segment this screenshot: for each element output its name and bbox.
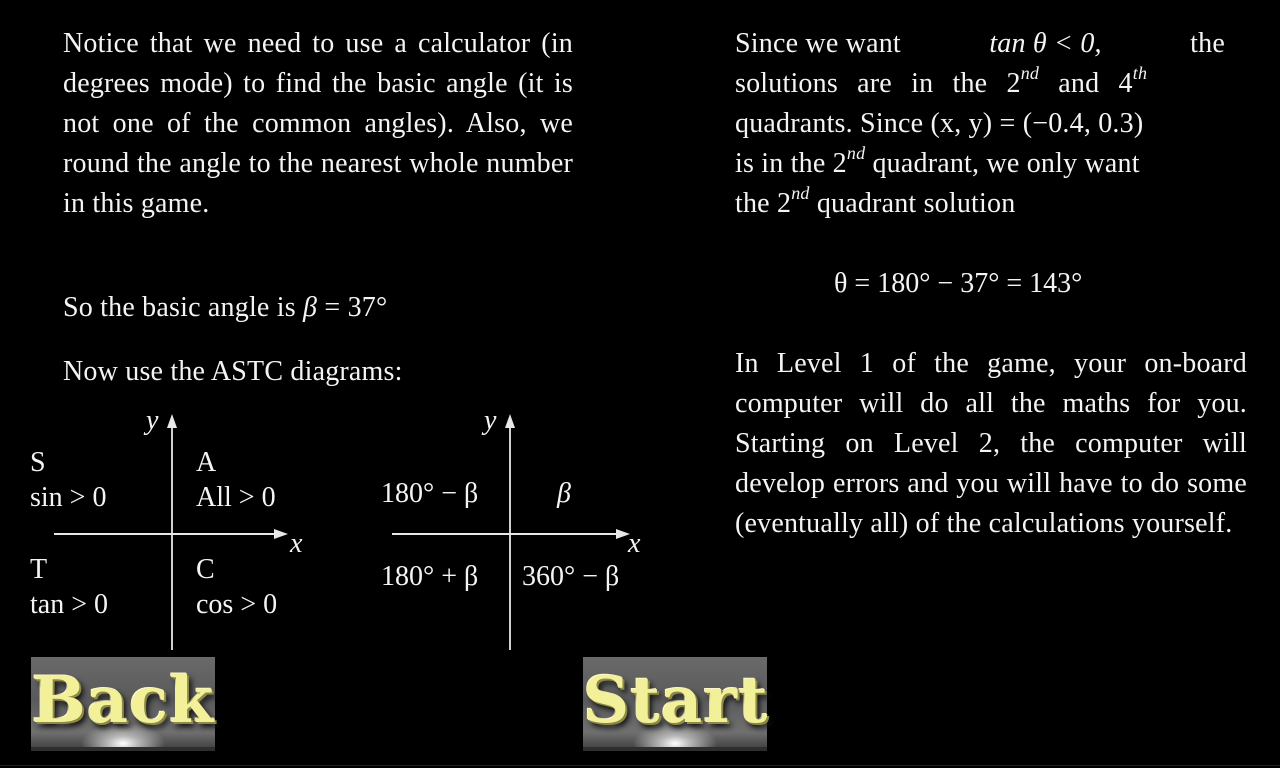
astc-x-label: x xyxy=(290,528,303,559)
explanation-line-1: Since we want tan θ < 0, the xyxy=(735,24,1225,64)
line4-end: quadrant, we only want xyxy=(865,148,1140,179)
superscript-nd: nd xyxy=(791,182,810,203)
superscript-th: th xyxy=(1132,62,1148,83)
angle-y-arrow xyxy=(505,414,515,428)
angle-axes xyxy=(392,414,630,650)
superscript-nd: nd xyxy=(1020,62,1040,83)
astc-q1-rule: All > 0 xyxy=(196,482,276,513)
line2-and: and 4 xyxy=(1039,68,1133,99)
angle-q2: 180° − β xyxy=(381,478,479,509)
astc-y-label: y xyxy=(146,405,159,436)
astc-q4-rule: cos > 0 xyxy=(196,589,278,620)
angle-q3: 180° + β xyxy=(381,561,479,592)
basic-angle-text: So the basic angle is xyxy=(63,292,304,323)
astc-intro: Now use the ASTC diagrams: xyxy=(63,356,403,387)
angle-y-label: y xyxy=(484,405,497,436)
point-coordinates: (x, y) = (−0.4, 0.3) xyxy=(930,108,1144,139)
basic-angle-value: = 37° xyxy=(317,292,388,323)
back-button[interactable]: Back xyxy=(31,657,215,751)
level-paragraph: In Level 1 of the game, your on-board co… xyxy=(735,348,1247,539)
solution-equation: θ = 180° − 37° = 143° xyxy=(834,268,1083,299)
astc-q2-rule: sin > 0 xyxy=(30,482,107,513)
explanation-line-5: the 2nd quadrant solution xyxy=(735,184,1255,224)
intro-paragraph: Notice that we need to use a calculator … xyxy=(63,28,573,219)
explanation-line-3: quadrants. Since (x, y) = (−0.4, 0.3) xyxy=(735,104,1255,144)
start-button-label: Start xyxy=(583,663,769,738)
explanation-line-4: is in the 2nd quadrant, we only want xyxy=(735,144,1255,184)
line4-text: is in the 2 xyxy=(735,148,847,179)
start-button[interactable]: Start xyxy=(583,657,769,751)
line3-text: quadrants. Since xyxy=(735,108,931,139)
line5-text: the 2 xyxy=(735,188,792,219)
line1-text: Since we want xyxy=(735,28,901,59)
beta-symbol: β xyxy=(303,292,318,323)
astc-q1-letter: A xyxy=(196,447,217,478)
basic-angle-line: So the basic angle is β = 37° xyxy=(63,288,583,328)
astc-q3-rule: tan > 0 xyxy=(30,589,108,620)
superscript-nd: nd xyxy=(846,142,866,163)
astc-x-arrow xyxy=(274,529,288,539)
line1-end: the xyxy=(1190,28,1225,59)
line5-end: quadrant solution xyxy=(809,188,1016,219)
line2-text: solutions are in the 2 xyxy=(735,68,1021,99)
explanation-line-2: solutions are in the 2nd and 4th xyxy=(735,64,1225,104)
back-button-label: Back xyxy=(31,663,215,738)
angle-x-label: x xyxy=(628,528,641,559)
astc-y-arrow xyxy=(167,414,177,428)
tan-inequality: tan θ < 0, xyxy=(989,28,1102,59)
astc-q4-letter: C xyxy=(196,554,215,585)
quadrant-explanation: Since we want tan θ < 0, the solutions a… xyxy=(735,24,1255,224)
angle-q1: β xyxy=(557,478,571,509)
astc-q3-letter: T xyxy=(30,554,48,585)
astc-q2-letter: S xyxy=(30,447,46,478)
bottom-divider xyxy=(0,765,1280,766)
angle-q4: 360° − β xyxy=(522,561,620,592)
